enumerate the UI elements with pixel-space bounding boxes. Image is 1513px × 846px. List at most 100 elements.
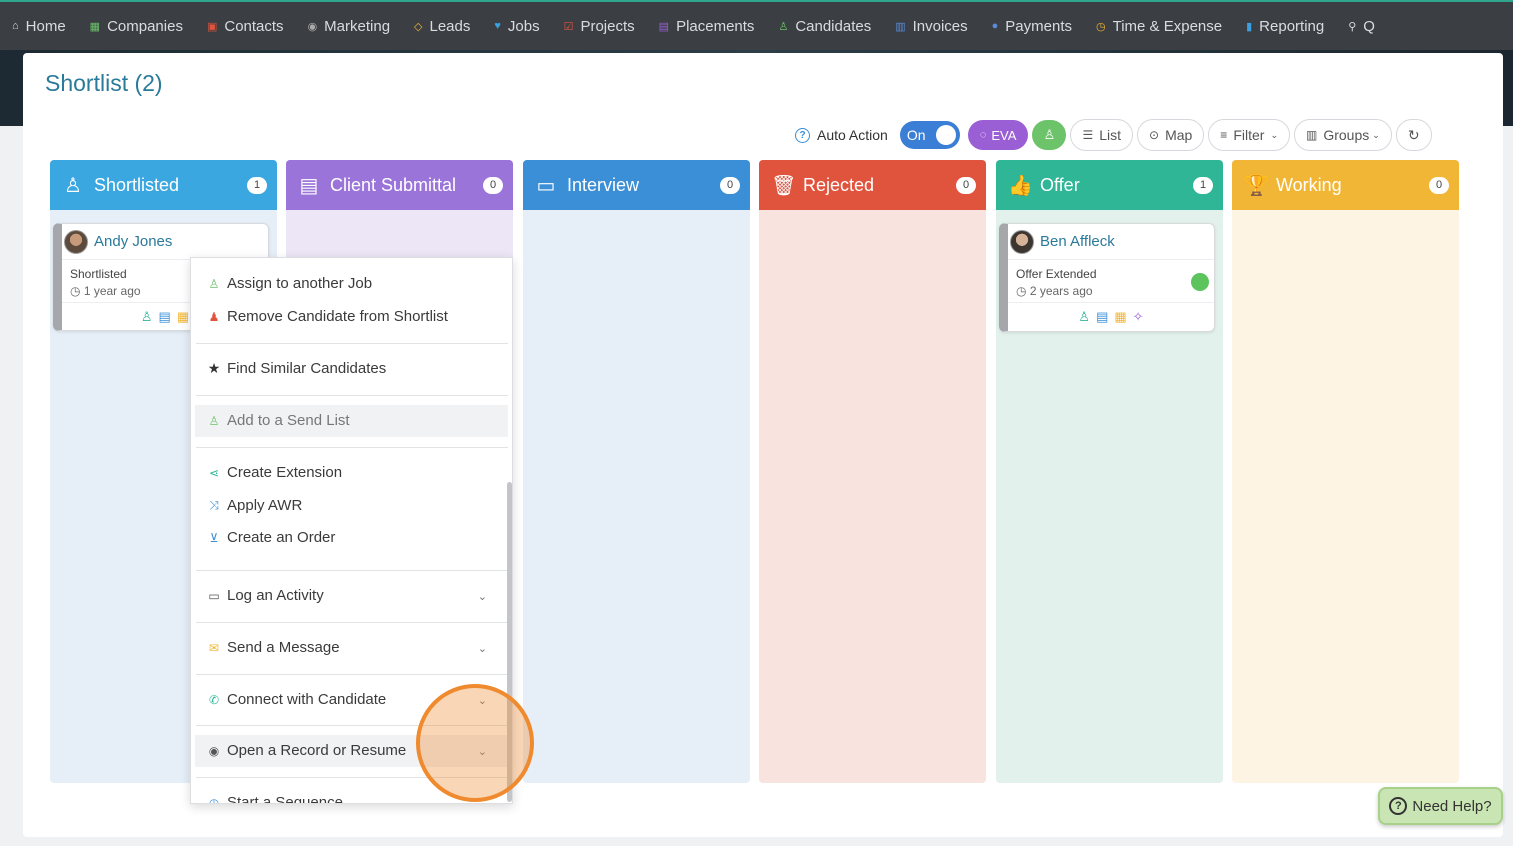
column-count-badge: 0 (483, 176, 503, 194)
chevron-down-icon[interactable]: ⌄ (478, 590, 487, 603)
help-circle-icon[interactable]: ? (795, 127, 810, 143)
map-label: Map (1165, 127, 1193, 143)
filter-button[interactable]: ≡ Filter ⌄ (1208, 119, 1290, 151)
nav-item-label: Projects (580, 17, 635, 35)
nav-item-label: Candidates (795, 17, 872, 35)
menu-connect-candidate[interactable]: ✆ Connect with Candidate (207, 691, 386, 708)
briefcase-icon[interactable]: ▤ (159, 309, 171, 332)
nav-item-label: Payments (1005, 17, 1072, 35)
chevron-down-icon[interactable]: ⌄ (478, 642, 487, 655)
groups-label: Groups (1323, 127, 1370, 143)
column-title: Interview (567, 174, 640, 195)
nav-item-projects[interactable]: ☑ Projects (564, 18, 635, 35)
eva-button[interactable]: ◌ EVA (967, 120, 1029, 150)
nav-item-time-expense[interactable]: ◷ Time & Expense (1096, 18, 1222, 35)
suitcase-icon[interactable]: ▦ (177, 309, 189, 332)
nav-item-invoices[interactable]: ▥ Invoices (895, 18, 967, 35)
briefcase-icon[interactable]: ▤ (1096, 309, 1108, 332)
card-actions: ♙ ▤ ▦ ✧ (1008, 302, 1214, 332)
card-time-text: 2 years ago (1029, 284, 1093, 298)
menu-apply-awr[interactable]: ⤨ Apply AWR (207, 497, 302, 514)
user-icon[interactable]: ♙ (141, 309, 153, 332)
clock-icon: ◷ (70, 284, 81, 298)
candidate-name[interactable]: Andy Jones (94, 233, 172, 250)
filter-label: Filter (1233, 127, 1265, 143)
nav-item-label: Placements (676, 17, 755, 35)
board-toolbar: ? Auto Action On ◌ EVA ♙ ☰ List ⊙ Map ≡ … (795, 119, 1432, 151)
contact-card-icon: ▣ (206, 20, 218, 33)
column-header[interactable]: 🏆 Working 0 (1232, 160, 1459, 210)
search-icon: ⚲ (1348, 20, 1357, 33)
board-column-working: 🏆 Working 0 (1232, 160, 1459, 783)
suitcase-icon[interactable]: ▦ (1114, 309, 1126, 332)
nav-item-reporting[interactable]: ▮ Reporting (1246, 18, 1324, 35)
toggle-knob (935, 125, 956, 145)
column-header[interactable]: ▤ Client Submittal 0 (286, 160, 513, 210)
nav-item-label: Reporting (1259, 17, 1325, 35)
column-header[interactable]: 🗑 Rejected 0 (759, 160, 986, 210)
menu-divider (196, 674, 508, 675)
candidate-card-ben[interactable]: Ben Affleck Offer Extended ◷ 2 years ago… (999, 223, 1215, 332)
column-icon: ▭ (536, 174, 556, 197)
column-header[interactable]: 👍 Offer 1 (996, 160, 1223, 210)
menu-label: Assign to another Job (227, 275, 373, 292)
menu-create-order[interactable]: ⊻ Create an Order (207, 529, 336, 546)
menu-add-send-list[interactable]: ♙ Add to a Send List (207, 412, 350, 429)
refresh-button[interactable]: ↻ (1395, 119, 1432, 151)
menu-assign-to-job[interactable]: ♙ Assign to another Job (207, 275, 372, 292)
nav-item-marketing[interactable]: ◉ Marketing (308, 18, 390, 35)
broadcast-icon: ◉ (307, 20, 318, 33)
groups-button[interactable]: ▥ Groups ⌄ (1293, 119, 1392, 151)
menu-divider (196, 447, 508, 448)
invoice-icon: ▥ (895, 20, 906, 33)
nav-item-leads[interactable]: ◇ Leads (414, 18, 470, 35)
pin-icon[interactable]: ✧ (1133, 309, 1144, 332)
candidates-view-button[interactable]: ♙ (1032, 120, 1067, 150)
auto-action-text: Auto Action (817, 127, 888, 143)
user-icon: ♙ (778, 20, 789, 33)
user-icon[interactable]: ♙ (1078, 309, 1090, 332)
menu-log-activity[interactable]: ▭ Log an Activity (207, 587, 497, 604)
card-time: ◷ 2 years ago (1008, 281, 1214, 298)
card-header: Ben Affleck (1008, 224, 1214, 260)
home-icon: ⌂ (12, 20, 19, 32)
column-title: Shortlisted (94, 174, 180, 195)
menu-remove-from-shortlist[interactable]: ♟ Remove Candidate from Shortlist (207, 308, 448, 325)
board-column-rejected: 🗑 Rejected 0 (759, 160, 986, 783)
menu-open-record[interactable]: ◉ Open a Record or Resume (207, 742, 407, 759)
nav-item-payments[interactable]: ● Payments (992, 18, 1072, 35)
nav-item-label: Jobs (507, 17, 540, 35)
column-header[interactable]: ♙ Shortlisted 1 (50, 160, 277, 210)
column-title: Rejected (803, 174, 875, 195)
nav-item-label: Q (1363, 17, 1375, 35)
building-icon: ▦ (89, 20, 101, 33)
clock-icon: ◷ (1016, 284, 1027, 298)
menu-label: Send a Message (227, 639, 340, 656)
map-view-button[interactable]: ⊙ Map (1137, 119, 1205, 151)
need-help-button[interactable]: ? Need Help? (1378, 787, 1503, 825)
nav-item-candidates[interactable]: ♙ Candidates (778, 18, 871, 35)
column-count-badge: 1 (1193, 176, 1213, 194)
nav-item-home[interactable]: ⌂ Home (12, 18, 66, 35)
page-title: Shortlist (2) (45, 70, 163, 96)
nav-item-q[interactable]: ⚲ Q (1348, 18, 1375, 35)
candidate-name[interactable]: Ben Affleck (1040, 233, 1115, 250)
menu-label: Create an Order (227, 529, 336, 546)
nav-item-companies[interactable]: ▦ Companies (90, 18, 183, 35)
status-dot (1191, 273, 1209, 291)
menu-send-message[interactable]: ✉ Send a Message (207, 639, 340, 656)
list-view-button[interactable]: ☰ List (1070, 119, 1133, 151)
chat-bubble-icon: ◌ (979, 129, 987, 141)
menu-start-sequence[interactable]: ◷ Start a Sequence (207, 794, 343, 803)
nav-item-label: Leads (429, 17, 471, 35)
nav-item-contacts[interactable]: ▣ Contacts (207, 18, 284, 35)
menu-find-similar[interactable]: ★ Find Similar Candidates (207, 360, 387, 377)
column-header[interactable]: ▭ Interview 0 (523, 160, 750, 210)
auto-action-toggle[interactable]: On (899, 121, 960, 149)
nav-item-placements[interactable]: ▤ Placements (659, 18, 755, 35)
inbox-icon: ▭ (208, 588, 220, 603)
column-icon: 🗑 (771, 174, 797, 197)
menu-create-extension[interactable]: ⋖ Create Extension (207, 464, 342, 481)
nav-item-jobs[interactable]: ♥ Jobs (494, 18, 539, 35)
column-title: Offer (1040, 174, 1080, 195)
